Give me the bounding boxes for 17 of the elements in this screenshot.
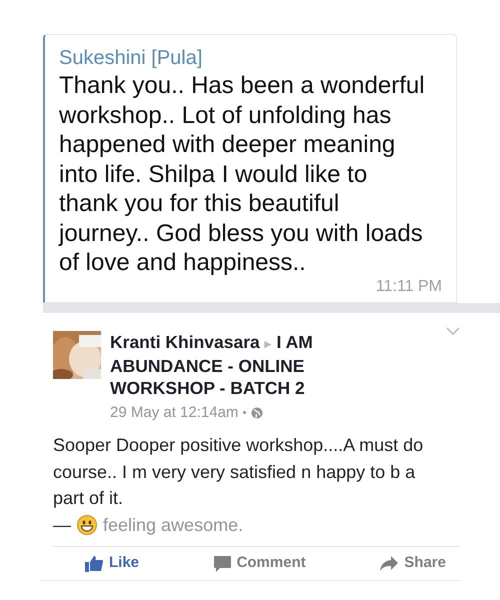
sender-name: Sukeshini [Pula] <box>59 46 204 71</box>
message-text: Thank you.. Has been a wonderful workshop.. Lot of unfolding has happened with deeper meaning into life. Shilpa I would like to thank you for this beautiful journey.. God bless you with loads of love and happiness.. <box>59 71 426 278</box>
globe-icon <box>251 406 264 419</box>
feeling-text: feeling awesome. <box>103 514 244 537</box>
share-button[interactable]: Share <box>380 552 446 575</box>
post-date[interactable]: 29 May at 12:14am <box>110 402 238 424</box>
message-time: 11:11 PM <box>376 278 442 296</box>
speech-bubble-icon <box>214 556 231 572</box>
smiley-icon <box>77 514 97 535</box>
post-text: Sooper Dooper positive workshop....A must do course.. I m very very satisfied n happy to b a part of it. <box>53 434 424 510</box>
comment-button[interactable]: Comment <box>214 552 306 575</box>
share-arrow-icon <box>380 556 398 571</box>
dash-separator: — <box>53 514 71 536</box>
post-title[interactable]: Kranti Khinvasara ▸ I AM ABUNDANCE - ONLINE WORKSHOP - BATCH 2 <box>110 330 400 398</box>
like-button[interactable]: Like <box>85 552 140 575</box>
thumbs-up-icon <box>85 555 103 572</box>
chevron-icon[interactable] <box>446 326 460 334</box>
